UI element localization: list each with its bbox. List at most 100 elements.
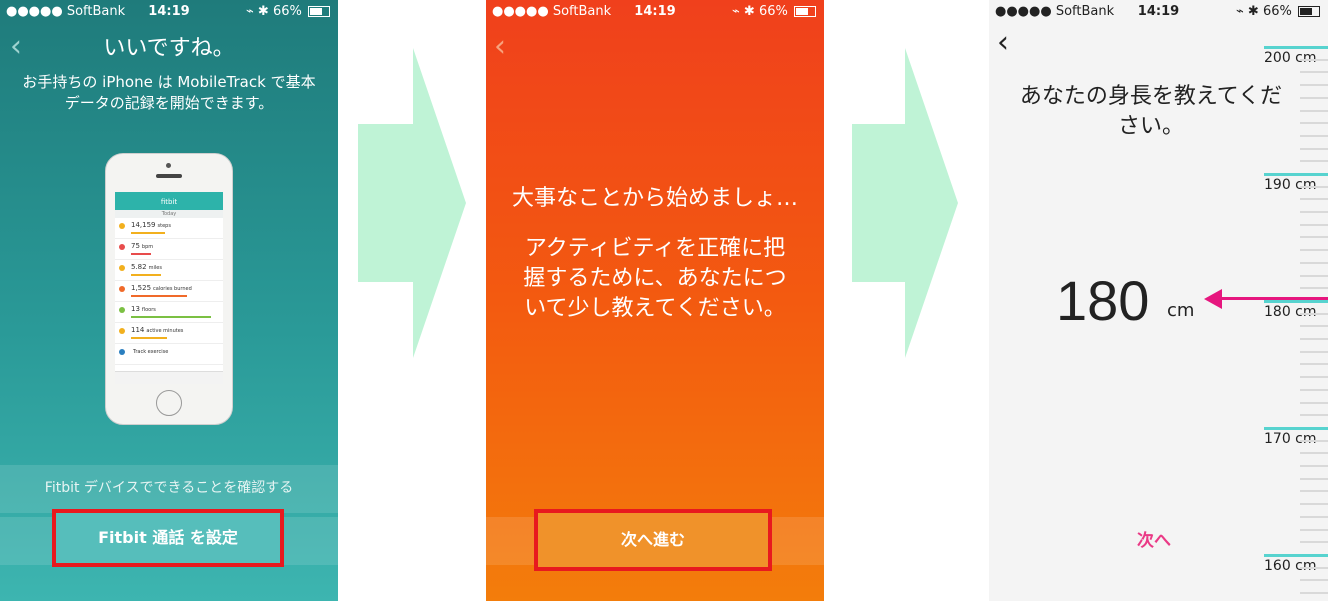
ruler-major-tick: [1264, 46, 1328, 49]
ruler-minor-tick: [1300, 211, 1328, 213]
ruler-minor-tick: [1300, 402, 1328, 404]
stat-value: 13: [131, 305, 140, 313]
battery-status: ⌁ ✱ 66%: [732, 4, 816, 19]
battery-percent: 66%: [272, 4, 302, 19]
ruler-minor-tick: [1300, 325, 1328, 327]
page-subtitle: お手持ちの iPhone は MobileTrack で基本データの記録を開始で…: [22, 73, 316, 112]
battery-percent: 66%: [1262, 4, 1292, 19]
height-unit: cm: [1167, 300, 1195, 321]
stat-unit: floors: [141, 307, 156, 313]
phone-stat-row: 14,159 steps: [115, 218, 223, 239]
ruler-minor-tick: [1300, 135, 1328, 137]
back-chevron-icon[interactable]: ‹: [997, 28, 1009, 58]
stat-text: 5.82 miles: [131, 263, 162, 271]
ruler-major-tick: [1264, 427, 1328, 430]
location-bluetooth-icon: ⌁ ✱: [245, 4, 269, 19]
pointer-line: [1219, 297, 1328, 300]
ruler-minor-tick: [1300, 287, 1328, 289]
ruler-minor-tick: [1300, 351, 1328, 353]
stat-value: 114: [131, 326, 145, 334]
stat-progress-bar: [131, 295, 187, 297]
ruler-minor-tick: [1300, 97, 1328, 99]
page-title: いいですね。: [103, 36, 235, 61]
ruler-label: 190 cm: [1264, 177, 1317, 193]
app-title: fitbit: [115, 192, 223, 210]
ruler-minor-tick: [1300, 84, 1328, 86]
ruler-minor-tick: [1300, 262, 1328, 264]
stat-icon: [119, 349, 125, 355]
ruler-minor-tick: [1300, 236, 1328, 238]
stat-progress-bar: [131, 232, 165, 234]
stat-icon: [119, 265, 125, 271]
ruler-minor-tick: [1300, 198, 1328, 200]
ruler-minor-tick: [1300, 567, 1328, 569]
height-question: あなたの身長を教えてください。: [1019, 84, 1283, 139]
location-bluetooth-icon: ⌁ ✱: [731, 4, 755, 19]
screen-mobiletrack: ●●●●● SoftBank 14:19 ⌁ ✱ 66% ‹ いいですね。 お手…: [0, 0, 338, 601]
stat-unit: Track exercise: [133, 349, 169, 355]
stat-icon: [119, 307, 125, 313]
ruler-label: 200 cm: [1264, 50, 1317, 66]
battery-status: ⌁ ✱ 66%: [246, 4, 330, 19]
ruler-minor-tick: [1300, 592, 1328, 594]
battery-icon: [1298, 6, 1320, 17]
flow-arrow-icon: [358, 48, 466, 358]
screen-height: ●●●●● SoftBank 14:19 ⌁ ✱ 66% ‹ あなたの身長を教え…: [989, 0, 1328, 601]
stat-unit: calories burned: [153, 286, 192, 292]
ruler-minor-tick: [1300, 338, 1328, 340]
screen-intro: ●●●●● SoftBank 14:19 ⌁ ✱ 66% ‹ 大事なことから始め…: [486, 0, 824, 601]
ruler-minor-tick: [1300, 389, 1328, 391]
phone-stat-row: 1,525 calories burned: [115, 281, 223, 302]
ruler-minor-tick: [1300, 376, 1328, 378]
flow-arrow-icon: [852, 48, 958, 358]
home-button-icon: [156, 390, 182, 416]
ruler-minor-tick: [1300, 414, 1328, 416]
device-features-link[interactable]: Fitbit デバイスでできることを確認する: [0, 465, 338, 513]
ruler-label: 160 cm: [1264, 558, 1317, 574]
next-step-button[interactable]: 次へ進む: [534, 509, 772, 571]
ruler-minor-tick: [1300, 249, 1328, 251]
ruler-minor-tick: [1300, 541, 1328, 543]
ruler-label: 180 cm: [1264, 304, 1317, 320]
phone-screen: fitbit Today 14,159 steps 75 bpm 5.82 miles 1,…: [115, 192, 223, 384]
ruler-minor-tick: [1300, 224, 1328, 226]
phone-camera: [166, 163, 171, 168]
ruler-minor-tick: [1300, 59, 1328, 61]
stat-icon: [119, 244, 125, 250]
stat-icon: [119, 223, 125, 229]
stat-text: 14,159 steps: [131, 221, 171, 229]
stat-unit: steps: [157, 223, 171, 229]
ruler-major-tick: [1264, 300, 1328, 303]
ruler-label: 170 cm: [1264, 431, 1317, 447]
stat-value: 75: [131, 242, 140, 250]
stat-value: 14,159: [131, 221, 156, 229]
next-button[interactable]: 次へ: [1137, 526, 1171, 551]
stat-text: 1,525 calories burned: [131, 284, 192, 292]
status-bar: ●●●●● SoftBank 14:19 ⌁ ✱ 66%: [0, 0, 338, 22]
location-bluetooth-icon: ⌁ ✱: [1235, 4, 1259, 19]
stat-unit: active minutes: [146, 328, 184, 334]
phone-stat-row: 5.82 miles: [115, 260, 223, 281]
stat-value: 1,525: [131, 284, 152, 292]
battery-status: ⌁ ✱ 66%: [1236, 4, 1320, 19]
ruler-minor-tick: [1300, 440, 1328, 442]
device-features-link-label: Fitbit デバイスでできることを確認する: [44, 480, 294, 496]
back-chevron-icon[interactable]: ‹: [494, 32, 506, 62]
ruler-minor-tick: [1300, 465, 1328, 467]
day-label: Today: [115, 210, 223, 218]
stat-icon: [119, 286, 125, 292]
ruler-minor-tick: [1300, 478, 1328, 480]
height-value: 180: [1056, 269, 1150, 332]
ruler-minor-tick: [1300, 275, 1328, 277]
ruler-minor-tick: [1300, 516, 1328, 518]
status-bar: ●●●●● SoftBank 14:19 ⌁ ✱ 66%: [989, 0, 1328, 22]
battery-percent: 66%: [758, 4, 788, 19]
stat-progress-bar: [131, 316, 211, 318]
stat-progress-bar: [131, 253, 151, 255]
stat-unit: miles: [148, 265, 162, 271]
stat-text: 75 bpm: [131, 242, 153, 250]
ruler-major-tick: [1264, 173, 1328, 176]
ruler-minor-tick: [1300, 313, 1328, 315]
setup-fitbit-button[interactable]: Fitbit 通話 を設定: [52, 509, 284, 567]
iphone-illustration: fitbit Today 14,159 steps 75 bpm 5.82 miles 1,…: [105, 153, 233, 425]
